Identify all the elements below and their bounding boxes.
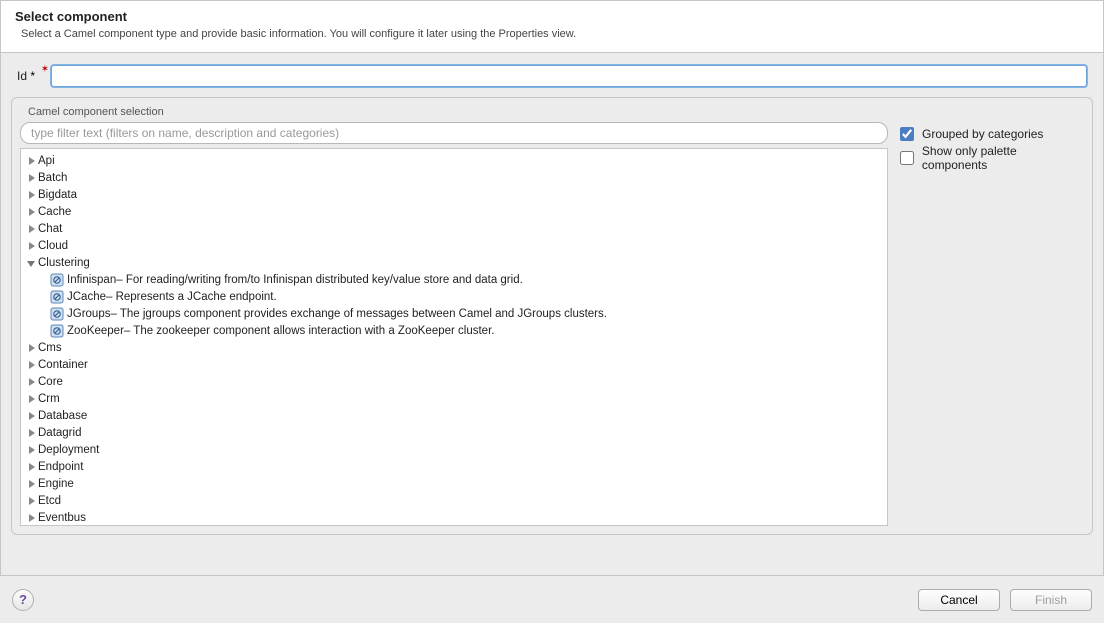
tree-item-desc: – The jgroups component provides exchang…	[110, 308, 606, 320]
tree-item[interactable]: Infinispan – For reading/writing from/to…	[23, 271, 885, 288]
tree-folder[interactable]: Database	[23, 407, 885, 424]
tree-item-name: JGroups	[67, 308, 110, 320]
chevron-right-icon[interactable]	[25, 376, 37, 388]
tree-folder[interactable]: Api	[23, 152, 885, 169]
tree-folder[interactable]: Batch	[23, 169, 885, 186]
tree-folder-label: Container	[38, 359, 88, 371]
tree-folder-label: Eventbus	[38, 512, 86, 524]
tree-item-desc: – For reading/writing from/to Infinispan…	[116, 274, 523, 286]
grouped-checkbox[interactable]	[900, 127, 914, 141]
tree-folder[interactable]: Chat	[23, 220, 885, 237]
component-icon	[49, 290, 65, 304]
tree-item-name: ZooKeeper	[67, 325, 124, 337]
chevron-right-icon[interactable]	[25, 206, 37, 218]
chevron-right-icon[interactable]	[25, 155, 37, 167]
dialog-header: Select component Select a Camel componen…	[1, 1, 1103, 53]
chevron-right-icon[interactable]	[25, 512, 37, 524]
tree-folder-label: Cache	[38, 206, 71, 218]
tree-folder-label: Crm	[38, 393, 60, 405]
grouped-by-categories-option[interactable]: Grouped by categories	[896, 124, 1084, 144]
help-button[interactable]: ?	[12, 589, 34, 611]
finish-button[interactable]: Finish	[1010, 589, 1092, 611]
chevron-right-icon[interactable]	[25, 461, 37, 473]
tree-folder[interactable]: Cloud	[23, 237, 885, 254]
right-column: Grouped by categories Show only palette …	[896, 122, 1084, 526]
component-icon	[49, 307, 65, 321]
id-input-wrap: ✶	[51, 65, 1087, 87]
tree-folder-label: Datagrid	[38, 427, 81, 439]
dialog-title: Select component	[15, 9, 1089, 24]
tree-folder[interactable]: Eventbus	[23, 509, 885, 526]
chevron-right-icon[interactable]	[25, 427, 37, 439]
tree-folder-label: Deployment	[38, 444, 99, 456]
tree-folder-label: Bigdata	[38, 189, 77, 201]
palette-only-checkbox[interactable]	[900, 151, 914, 165]
group-body: Api Batch Bigdata Cache Chat Cloud Clustering I…	[20, 122, 1084, 526]
chevron-right-icon[interactable]	[25, 240, 37, 252]
chevron-right-icon[interactable]	[25, 495, 37, 507]
tree-folder-label: Engine	[38, 478, 74, 490]
chevron-right-icon[interactable]	[25, 359, 37, 371]
group-title: Camel component selection	[24, 106, 168, 118]
show-only-palette-option[interactable]: Show only palette components	[896, 148, 1084, 168]
tree-item-name: Infinispan	[67, 274, 116, 286]
tree-folder[interactable]: Bigdata	[23, 186, 885, 203]
dialog-footer: ? Cancel Finish	[0, 575, 1104, 623]
chevron-right-icon[interactable]	[25, 342, 37, 354]
tree-folder[interactable]: Cache	[23, 203, 885, 220]
tree-folder[interactable]: Datagrid	[23, 424, 885, 441]
tree-folder-label: Clustering	[38, 257, 90, 269]
left-column: Api Batch Bigdata Cache Chat Cloud Clustering I…	[20, 122, 888, 526]
tree-folder-label: Core	[38, 376, 63, 388]
component-icon	[49, 273, 65, 287]
tree-item-desc: – Represents a JCache endpoint.	[106, 291, 277, 303]
tree-folder[interactable]: Container	[23, 356, 885, 373]
component-selection-group: Camel component selection Api Batch Bigdat…	[11, 97, 1093, 535]
chevron-down-icon[interactable]	[25, 257, 37, 269]
tree-folder[interactable]: Engine	[23, 475, 885, 492]
chevron-right-icon[interactable]	[25, 444, 37, 456]
tree-folder-label: Cloud	[38, 240, 68, 252]
id-row: Id * ✶	[11, 65, 1093, 87]
cancel-button[interactable]: Cancel	[918, 589, 1000, 611]
tree-folder-label: Database	[38, 410, 87, 422]
id-input[interactable]	[51, 65, 1087, 87]
tree-folder[interactable]: Endpoint	[23, 458, 885, 475]
tree-folder-label: Chat	[38, 223, 62, 235]
tree-folder[interactable]: Cms	[23, 339, 885, 356]
tree-item[interactable]: ZooKeeper – The zookeeper component allo…	[23, 322, 885, 339]
error-icon: ✶	[39, 63, 51, 75]
dialog-content: Id * ✶ Camel component selection Api Batc…	[1, 53, 1103, 535]
chevron-right-icon[interactable]	[25, 393, 37, 405]
tree-folder-label: Etcd	[38, 495, 61, 507]
tree-folder[interactable]: Core	[23, 373, 885, 390]
dialog-subtitle: Select a Camel component type and provid…	[15, 28, 1089, 40]
chevron-right-icon[interactable]	[25, 410, 37, 422]
chevron-right-icon[interactable]	[25, 189, 37, 201]
chevron-right-icon[interactable]	[25, 172, 37, 184]
tree-item[interactable]: JCache – Represents a JCache endpoint.	[23, 288, 885, 305]
chevron-right-icon[interactable]	[25, 478, 37, 490]
filter-input[interactable]	[20, 122, 888, 144]
tree-folder[interactable]: Deployment	[23, 441, 885, 458]
tree-folder-label: Api	[38, 155, 55, 167]
tree-item[interactable]: JGroups – The jgroups component provides…	[23, 305, 885, 322]
tree-folder[interactable]: Clustering	[23, 254, 885, 271]
tree-folder-label: Cms	[38, 342, 62, 354]
tree-folder-label: Endpoint	[38, 461, 83, 473]
component-icon	[49, 324, 65, 338]
tree-item-desc: – The zookeeper component allows interac…	[124, 325, 495, 337]
tree-folder[interactable]: Crm	[23, 390, 885, 407]
tree-item-name: JCache	[67, 291, 106, 303]
tree-folder[interactable]: Etcd	[23, 492, 885, 509]
tree-folder-label: Batch	[38, 172, 67, 184]
component-tree[interactable]: Api Batch Bigdata Cache Chat Cloud Clustering I…	[20, 148, 888, 526]
chevron-right-icon[interactable]	[25, 223, 37, 235]
